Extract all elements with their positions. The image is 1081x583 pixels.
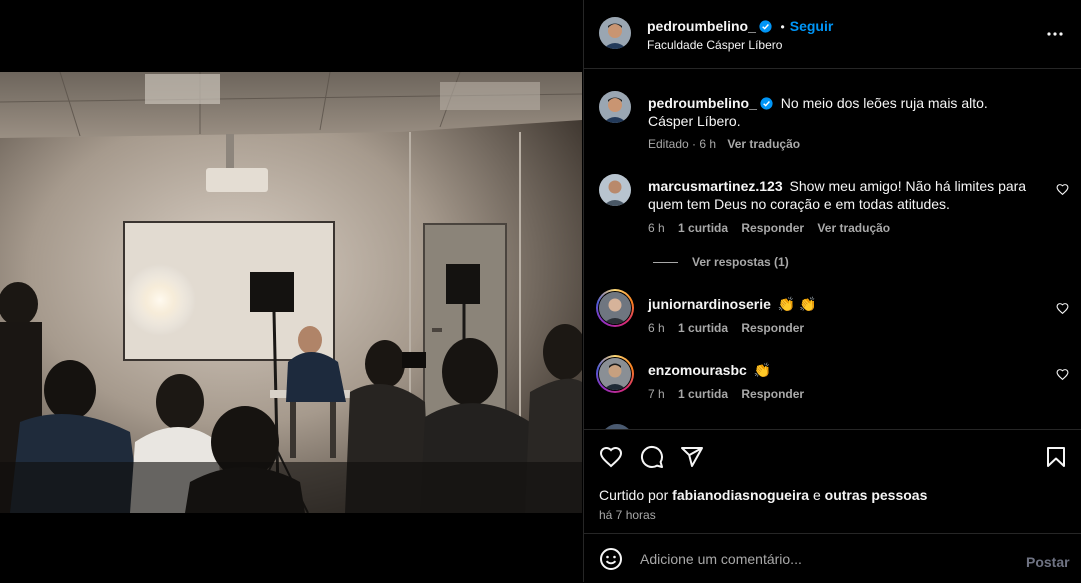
comment-like-heart-icon[interactable] <box>1056 368 1069 381</box>
verified-badge-icon <box>759 20 772 33</box>
caption-meta-row: Editado · 6 h Ver tradução <box>648 137 800 151</box>
reply-button[interactable]: Responder <box>741 321 804 335</box>
comment-translate-link[interactable]: Ver tradução <box>817 221 890 235</box>
caption-translate-link[interactable]: Ver tradução <box>727 137 800 151</box>
emoji-icon[interactable] <box>599 547 623 571</box>
commenter-avatar[interactable] <box>599 292 631 324</box>
instagram-post-view: pedroumbelino_ • Seguir Faculdade Cásper … <box>0 0 1081 582</box>
comment-line-1: marcusmartinez.123 Show meu amigo! Não h… <box>648 177 1026 195</box>
commenter-username[interactable]: juniornardinoserie <box>648 296 771 312</box>
liked-by-middle: e <box>812 487 821 503</box>
comment-meta-row: 6 h 1 curtida Responder <box>648 321 804 335</box>
follow-button[interactable]: Seguir <box>790 18 834 34</box>
author-username[interactable]: pedroumbelino_ <box>647 18 756 34</box>
save-bookmark-icon[interactable] <box>1044 445 1068 469</box>
author-avatar[interactable] <box>599 17 631 49</box>
comment-line-1: enzomourasbc 👏 <box>648 361 771 379</box>
view-replies-row[interactable]: Ver respostas (1) <box>653 255 789 269</box>
replies-divider <box>653 262 678 264</box>
liked-by-user[interactable]: fabianodiasnogueira <box>672 487 809 503</box>
liked-by-others[interactable]: outras pessoas <box>825 487 928 503</box>
commenter-avatar[interactable] <box>599 358 631 390</box>
follow-separator: • <box>780 20 785 34</box>
comment-likes[interactable]: 1 curtida <box>678 321 728 335</box>
comment-composer: Postar <box>584 533 1081 583</box>
comment-time: 6 h <box>648 321 665 335</box>
reply-button[interactable]: Responder <box>741 387 804 401</box>
commenter-username[interactable]: marcusmartinez.123 <box>648 178 783 194</box>
reply-button[interactable]: Responder <box>741 221 804 235</box>
caption-line-1: pedroumbelino_ No meio dos leões ruja ma… <box>648 94 988 112</box>
caption-line-2: Cásper Líbero. <box>648 113 741 129</box>
comment-line-2: quem tem Deus no coração e em todas atit… <box>648 196 950 212</box>
post-location[interactable]: Faculdade Cásper Líbero <box>647 38 782 52</box>
commenter-avatar[interactable] <box>599 174 631 206</box>
comment-text: 👏 👏 <box>777 296 817 312</box>
liked-by-line: Curtido por fabianodiasnogueira e outras… <box>599 487 927 503</box>
like-heart-icon[interactable] <box>599 445 623 469</box>
share-send-icon[interactable] <box>680 445 704 469</box>
verified-badge-icon <box>760 97 773 110</box>
more-options-icon[interactable] <box>1043 22 1067 46</box>
comment-text: Show meu amigo! Não há limites para <box>789 178 1027 194</box>
comment-meta-row: 6 h 1 curtida Responder Ver tradução <box>648 221 890 235</box>
comment-line-1: juniornardinoserie 👏 👏 <box>648 295 817 313</box>
liked-by-prefix: Curtido por <box>599 487 669 503</box>
comment-time: 7 h <box>648 387 665 401</box>
commenter-username[interactable]: enzomourasbc <box>648 362 747 378</box>
story-ring[interactable] <box>596 355 634 393</box>
story-ring[interactable] <box>596 289 634 327</box>
comment-text: 👏 <box>753 362 772 378</box>
caption-username[interactable]: pedroumbelino_ <box>648 95 757 111</box>
author-line: pedroumbelino_ • Seguir <box>647 18 833 34</box>
caption-text: No meio dos leões ruja mais alto. <box>780 95 988 111</box>
post-timestamp[interactable]: há 7 horas <box>599 508 656 522</box>
comment-likes[interactable]: 1 curtida <box>678 221 728 235</box>
comment-meta-row: 7 h 1 curtida Responder <box>648 387 804 401</box>
post-media-pane <box>0 0 582 582</box>
comment-like-heart-icon[interactable] <box>1056 302 1069 315</box>
post-details-panel: pedroumbelino_ • Seguir Faculdade Cásper … <box>583 0 1081 582</box>
caption-avatar[interactable] <box>599 91 631 123</box>
comment-likes[interactable]: 1 curtida <box>678 387 728 401</box>
post-header: pedroumbelino_ • Seguir Faculdade Cásper … <box>584 0 1081 69</box>
post-comment-button[interactable]: Postar <box>1026 554 1070 570</box>
comments-list[interactable]: pedroumbelino_ No meio dos leões ruja ma… <box>584 69 1081 429</box>
caption-meta: Editado · 6 h <box>648 137 717 151</box>
comment-input[interactable] <box>638 548 1002 570</box>
comment-time: 6 h <box>648 221 665 235</box>
comment-bubble-icon[interactable] <box>640 445 664 469</box>
view-replies-link[interactable]: Ver respostas (1) <box>692 255 789 269</box>
post-actions: Curtido por fabianodiasnogueira e outras… <box>584 429 1081 534</box>
post-photo[interactable] <box>0 72 582 513</box>
comment-like-heart-icon[interactable] <box>1056 183 1069 196</box>
